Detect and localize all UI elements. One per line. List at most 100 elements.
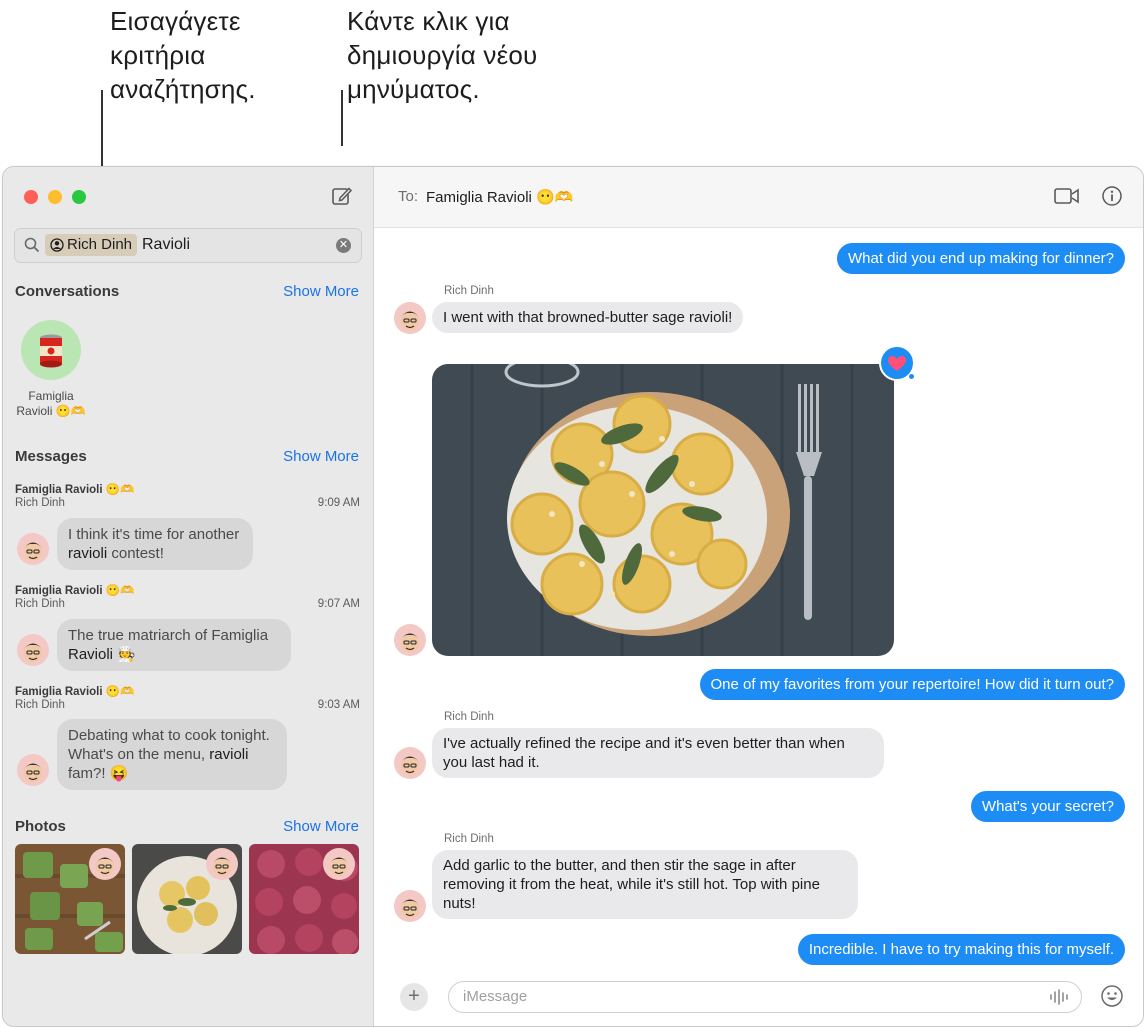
compose-callout: Κάντε κλικ για δημιουργία νέου μηνύματος… (347, 4, 537, 106)
memoji-icon (24, 763, 42, 782)
message-result-bubble[interactable]: Debating what to cook tonight. What's on… (57, 719, 287, 790)
search-token-person[interactable]: Rich Dinh (45, 234, 138, 256)
memoji-icon (24, 643, 42, 662)
incoming-message[interactable]: I went with that browned-butter sage rav… (432, 302, 744, 333)
sender-name: Rich Dinh (444, 711, 494, 723)
message-result-bubble[interactable]: I think it's time for another ravioli co… (57, 518, 253, 570)
memoji-icon (401, 633, 419, 652)
conversations-heading: Conversations (15, 283, 120, 300)
to-label: To: (398, 188, 419, 205)
tapback-tail (909, 374, 914, 379)
audio-waveform-icon[interactable] (1049, 989, 1069, 1005)
message-result-group[interactable]: Famiglia Ravioli 😶🫶 (15, 684, 134, 698)
memoji-icon (401, 311, 419, 330)
message-result-bubble[interactable]: The true matriarch of Famiglia Ravioli 🧑… (57, 619, 291, 671)
memoji-icon (401, 899, 419, 918)
avatar (394, 624, 426, 656)
tomato-can-icon (40, 334, 62, 368)
message-result-time: 9:07 AM (317, 598, 360, 610)
messages-window: Rich Dinh Ravioli ✕ Conversations Show M… (2, 166, 1144, 1027)
message-result-group[interactable]: Famiglia Ravioli 😶🫶 (15, 482, 134, 496)
avatar (323, 848, 355, 880)
messages-heading: Messages (15, 448, 87, 465)
search-field[interactable]: Rich Dinh Ravioli ✕ (14, 228, 362, 263)
compose-bar: + iMessage (374, 970, 1143, 1026)
conversation-avatar[interactable] (21, 320, 81, 380)
outgoing-message[interactable]: Incredible. I have to try making this fo… (797, 934, 1125, 965)
clear-search-icon[interactable]: ✕ (336, 238, 351, 253)
incoming-message[interactable]: Add garlic to the butter, and then stir … (432, 850, 858, 919)
photos-show-more-link[interactable]: Show More (283, 818, 359, 835)
compose-callout-line: μηνύματος. (347, 74, 480, 104)
sidebar: Rich Dinh Ravioli ✕ Conversations Show M… (3, 167, 374, 1026)
memoji-icon (213, 857, 231, 876)
photo-message[interactable] (432, 364, 894, 656)
sender-name: Rich Dinh (444, 833, 494, 845)
avatar (89, 848, 121, 880)
conversation-name-line: Famiglia (28, 389, 74, 403)
message-result-time: 9:03 AM (317, 699, 360, 711)
outgoing-message[interactable]: What did you end up making for dinner? (837, 243, 1125, 274)
ravioli-dish-photo (432, 364, 894, 656)
avatar (394, 302, 426, 334)
photo-thumbnail[interactable] (132, 844, 242, 954)
incoming-message[interactable]: I've actually refined the recipe and it'… (432, 728, 884, 778)
conversations-show-more-link[interactable]: Show More (283, 283, 359, 300)
search-callout-line: αναζήτησης. (110, 74, 256, 104)
apps-plus-button[interactable]: + (400, 983, 428, 1011)
close-window-button[interactable] (24, 190, 38, 204)
compose-callout-line: δημιουργία νέου (347, 40, 538, 70)
avatar (394, 747, 426, 779)
avatar (206, 848, 238, 880)
message-result-sender: Rich Dinh (15, 699, 65, 711)
message-result-sender: Rich Dinh (15, 598, 65, 610)
search-token-label: Rich Dinh (67, 236, 133, 253)
message-input-placeholder: iMessage (463, 988, 528, 1005)
message-result-group[interactable]: Famiglia Ravioli 😶🫶 (15, 583, 134, 597)
emoji-icon[interactable] (1100, 984, 1124, 1008)
recipient-name[interactable]: Famiglia Ravioli 😶🫶 (426, 188, 573, 206)
photo-thumbnail[interactable] (249, 844, 359, 954)
search-text[interactable]: Ravioli (142, 234, 190, 256)
message-input[interactable]: iMessage (448, 981, 1082, 1013)
memoji-icon (330, 857, 348, 876)
compose-callout-line: Κάντε κλικ για (347, 6, 510, 36)
message-result-text: 🧑‍🍳 (113, 646, 136, 663)
photos-heading: Photos (15, 818, 66, 835)
memoji-icon (24, 542, 42, 561)
search-icon (24, 237, 40, 253)
conversation-name-line: Ravioli 😶🫶 (16, 404, 86, 418)
search-callout-line: Εισαγάγετε (110, 6, 241, 36)
memoji-icon (401, 756, 419, 775)
outgoing-message[interactable]: What's your secret? (970, 791, 1125, 822)
info-icon[interactable] (1101, 185, 1123, 207)
zoom-window-button[interactable] (72, 190, 86, 204)
compose-callout-leader (341, 90, 343, 146)
sender-name: Rich Dinh (444, 285, 494, 297)
conversation-header: To: Famiglia Ravioli 😶🫶 (374, 167, 1143, 228)
outgoing-message[interactable]: One of my favorites from your repertoire… (699, 669, 1125, 700)
search-match-text: ravioli (68, 545, 108, 562)
video-call-icon[interactable] (1054, 185, 1080, 207)
message-result-sender: Rich Dinh (15, 497, 65, 509)
message-result-text: The true matriarch of Famiglia (68, 627, 269, 644)
minimize-window-button[interactable] (48, 190, 62, 204)
search-match-text: ravioli (209, 746, 249, 763)
heart-icon (888, 356, 906, 371)
avatar (17, 634, 49, 666)
message-result-text: fam?! 😝 (68, 765, 129, 782)
compose-icon[interactable] (331, 185, 353, 207)
avatar (394, 890, 426, 922)
search-callout-line: κριτήρια (110, 40, 206, 70)
conversation-pane: To: Famiglia Ravioli 😶🫶 What did you end… (374, 167, 1143, 1026)
message-result-time: 9:09 AM (317, 497, 360, 509)
person-circle-icon (50, 238, 64, 252)
search-match-text: Ravioli (68, 646, 114, 663)
conversation-name[interactable]: Famiglia Ravioli 😶🫶 (3, 389, 99, 419)
search-callout: Εισαγάγετε κριτήρια αναζήτησης. (110, 4, 256, 106)
photo-thumbnail[interactable] (15, 844, 125, 954)
message-result-text: contest! (107, 545, 164, 562)
memoji-icon (96, 857, 114, 876)
message-result-text: I think it's time for another (68, 526, 240, 543)
messages-show-more-link[interactable]: Show More (283, 448, 359, 465)
